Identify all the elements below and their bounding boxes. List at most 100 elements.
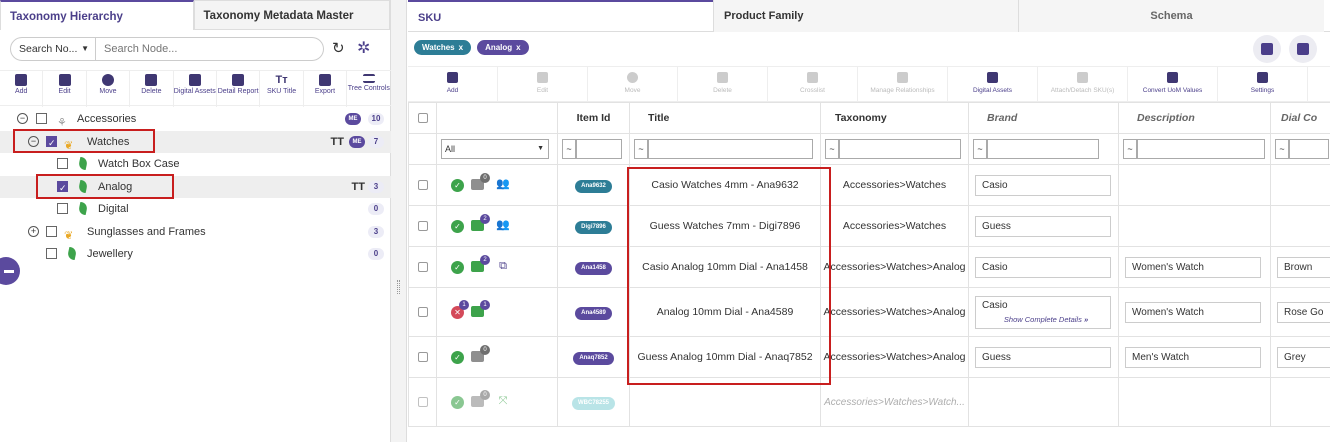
filter-operator[interactable]: ~ [634,139,648,159]
taxonomy-filter-input[interactable] [839,139,961,159]
digital-assets-sku-button[interactable]: Digital Assets [948,67,1038,103]
column-header-description[interactable]: Description [1118,102,1271,134]
tree-node-jewellery[interactable]: Jewellery 0 [0,243,391,266]
expand-icon[interactable]: + [28,225,39,237]
crosslist-button[interactable]: Crosslist [768,67,858,103]
delete-button[interactable]: Delete [130,71,174,107]
tab-taxonomy-metadata-master[interactable]: Taxonomy Metadata Master [193,0,390,30]
close-icon[interactable]: x [516,43,520,52]
edit-button[interactable]: Edit [43,71,87,107]
item-id-pill[interactable]: Digi7896 [575,220,612,234]
column-header-item-id[interactable]: Item Id [557,102,630,134]
tree-node-digital[interactable]: Digital 0 [0,198,391,221]
check-circle-icon[interactable]: ✓ [451,179,464,192]
column-header-title[interactable]: Title [629,102,821,134]
description-filter-input[interactable] [1137,139,1265,159]
table-row[interactable]: ✓ 0 ⤧ WBC78255 Accessories>Watches>Watch… [408,377,1330,427]
attach-detach-sku-button[interactable]: Attach/Detach SKU(s) [1038,67,1128,103]
check-circle-icon[interactable]: ✓ [451,261,464,274]
description-field[interactable]: Women's Watch [1125,256,1261,278]
tab-sku[interactable]: SKU [408,0,713,32]
sku-title-button[interactable]: Tт SKU Title [260,71,304,107]
row-checkbox[interactable] [417,262,428,272]
manage-relationships-button[interactable]: Manage Relationships [858,67,948,103]
tree-controls-button[interactable]: Tree Controls [347,71,390,107]
table-row[interactable]: ✓ 0 👥 Ana9632 Casio Watches 4mm - Ana963… [408,164,1330,206]
tree-node-watch-box-case[interactable]: Watch Box Case [0,153,391,176]
panel-splitter[interactable] [391,0,407,442]
check-circle-icon[interactable]: ✓ [451,396,464,409]
tree-node-accessories[interactable]: − ⚘ Accessories ME 10 [0,108,391,131]
node-checkbox[interactable] [46,248,57,259]
brand-field[interactable]: Casio Show Complete Details » [975,295,1111,329]
digital-assets-button[interactable]: Digital Assets [174,71,217,107]
item-id-pill[interactable]: Ana4589 [575,306,612,320]
node-checkbox[interactable] [57,203,68,214]
table-row[interactable]: ✓ 2 ⧉ Ana1458 Casio Analog 10mm Dial - A… [408,246,1330,288]
add-button[interactable]: Add [0,71,44,107]
table-row[interactable]: ✓ 0 Anaq7852 Guess Analog 10mm Dial - An… [408,336,1330,378]
convert-uom-button[interactable]: Convert UoM Values [1128,67,1218,103]
move-sku-button[interactable]: Move [588,67,678,103]
brand-field[interactable]: Casio [975,174,1111,196]
chip-analog[interactable]: Analog x [477,40,529,55]
tree-node-sunglasses-and-frames[interactable]: + ❦ Sunglasses and Frames 3 [0,221,391,244]
item-id-pill[interactable]: Ana9632 [575,179,612,193]
node-checkbox[interactable] [46,225,57,237]
select-all-checkbox[interactable] [417,113,428,123]
dial-color-filter-input[interactable] [1289,139,1329,159]
crosslist-icon[interactable]: ⤧ [495,395,511,407]
brand-field[interactable]: Guess [975,215,1111,237]
title-filter-input[interactable] [648,139,813,159]
tab-taxonomy-hierarchy[interactable]: Taxonomy Hierarchy [0,0,194,30]
tab-product-family[interactable]: Product Family [713,0,1018,32]
item-id-filter-input[interactable] [576,139,622,159]
status-filter-select[interactable]: All ▼ [441,139,549,159]
item-id-pill[interactable]: WBC78255 [571,396,615,410]
detail-report-button[interactable]: Detail Report [217,71,261,107]
edit-sku-button[interactable]: Edit [498,67,588,103]
dial-color-field[interactable]: Brown [1277,256,1330,278]
description-field[interactable]: Women's Watch [1125,301,1261,323]
user-group-icon[interactable]: 👥 [495,219,511,231]
row-checkbox[interactable] [417,221,428,231]
row-checkbox[interactable] [417,397,428,407]
check-circle-icon[interactable]: ✓ [451,351,464,364]
user-group-icon[interactable]: 👥 [495,178,511,190]
table-row[interactable]: ✓ 2 👥 Digi7896 Guess Watches 7mm - Digi7… [408,205,1330,247]
filter-operator[interactable]: ~ [1123,139,1137,159]
tab-schema[interactable]: Schema [1018,0,1324,32]
brand-field[interactable]: Guess [975,346,1111,368]
table-row[interactable]: ✕ 1 1 Ana4589 Analog 10mm Dial - Ana4589… [408,287,1330,337]
close-icon[interactable]: x [459,43,463,52]
relationship-icon[interactable]: ⧉ [495,260,511,272]
search-input[interactable] [96,37,324,61]
collapse-icon[interactable]: − [17,113,28,124]
export-button[interactable]: Export [304,71,348,107]
filter-operator[interactable]: ~ [825,139,839,159]
refresh-icon[interactable]: ↻ [332,39,345,57]
row-checkbox[interactable] [417,352,428,362]
add-sku-button[interactable]: Add [408,67,498,103]
settings-button[interactable]: Settings [1218,67,1308,103]
brand-field[interactable]: Casio [975,256,1111,278]
item-id-pill[interactable]: Anaq7852 [573,351,614,365]
column-header-brand[interactable]: Brand [968,102,1119,134]
preview-button[interactable] [1289,35,1317,63]
dial-color-field[interactable]: Grey [1277,346,1330,368]
row-checkbox[interactable] [417,180,428,190]
gear-icon[interactable]: ✲ [357,38,370,58]
delete-sku-button[interactable]: Delete [678,67,768,103]
search-type-select[interactable]: Search No... ▼ [10,37,96,61]
column-header-dial-color[interactable]: Dial Co [1270,102,1330,134]
row-checkbox[interactable] [417,307,428,317]
node-checkbox[interactable] [57,158,68,169]
dial-color-field[interactable]: Rose Go [1277,301,1330,323]
drag-handle-icon[interactable] [397,280,400,294]
show-complete-details-link[interactable]: Show Complete Details » [982,313,1110,327]
filter-operator[interactable]: ~ [562,139,576,159]
column-header-taxonomy[interactable]: Taxonomy [820,102,969,134]
item-id-pill[interactable]: Ana1458 [575,261,612,275]
move-button[interactable]: Move [87,71,131,107]
filter-operator[interactable]: ~ [1275,139,1289,159]
